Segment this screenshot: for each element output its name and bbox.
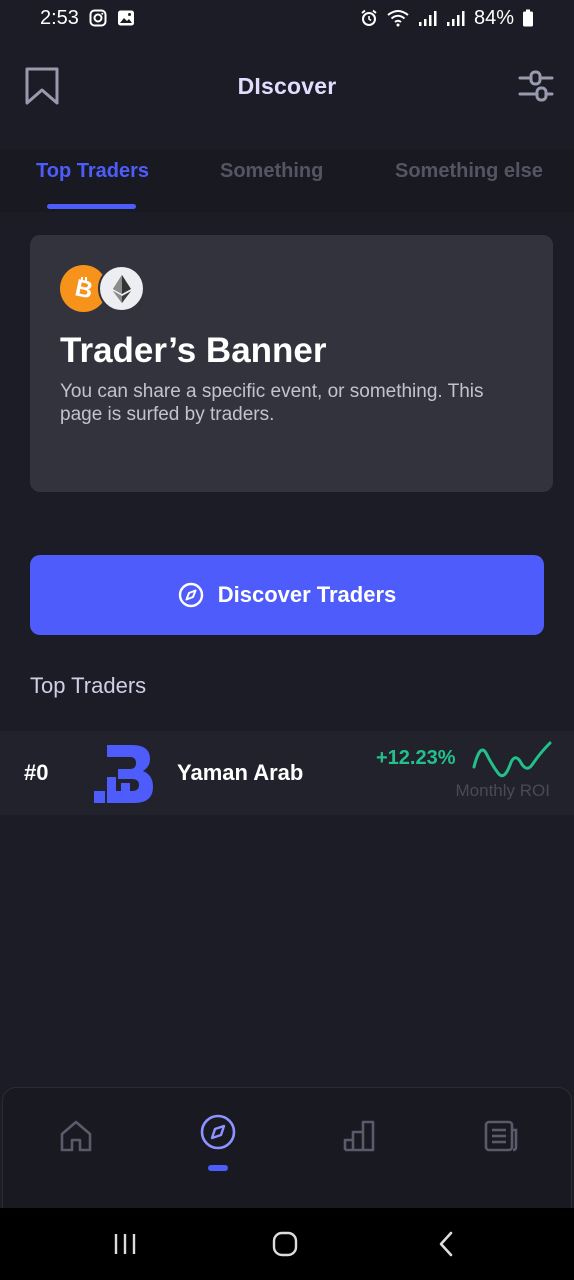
svg-text:B: B	[72, 274, 95, 304]
trader-banner[interactable]: B Trader’s Banner You can share a specif…	[30, 235, 553, 492]
gallery-icon	[117, 9, 135, 27]
filter-button[interactable]	[518, 68, 554, 104]
tab-something-else[interactable]: Something else	[395, 160, 543, 183]
status-time: 2:53	[40, 6, 79, 29]
banner-description: You can share a specific event, or somet…	[60, 381, 484, 425]
recent-apps-icon	[114, 1234, 136, 1254]
bookmark-button[interactable]	[24, 66, 60, 106]
back-chevron-icon	[439, 1231, 453, 1257]
compass-icon	[200, 1114, 236, 1150]
nav-news[interactable]	[481, 1116, 521, 1156]
roi-label: Monthly ROI	[455, 781, 550, 800]
banner-title: Trader’s Banner	[60, 331, 327, 370]
signal-icon	[418, 9, 438, 27]
back-button[interactable]	[436, 1230, 456, 1258]
home-icon	[60, 1120, 92, 1152]
trader-rank: #0	[24, 760, 49, 785]
roi-sparkline	[472, 741, 552, 778]
trader-row[interactable]: #0 Yaman Arab +12.23% Monthly ROI	[0, 731, 574, 815]
ethereum-icon	[98, 265, 145, 312]
trader-avatar	[92, 745, 154, 803]
nav-discover[interactable]	[198, 1112, 238, 1152]
nav-home[interactable]	[56, 1116, 96, 1156]
active-nav-indicator	[208, 1165, 228, 1171]
wifi-icon	[386, 9, 410, 27]
tab-something[interactable]: Something	[220, 160, 323, 183]
alarm-icon	[360, 9, 378, 27]
bottom-nav	[2, 1087, 572, 1210]
home-circle-icon	[272, 1231, 298, 1257]
active-tab-indicator	[47, 204, 136, 209]
tab-top-traders[interactable]: Top Traders	[36, 160, 149, 183]
section-title: Top Traders	[30, 673, 147, 698]
system-nav-bar	[0, 1208, 574, 1280]
roi-value: +12.23%	[376, 747, 456, 769]
page-title: DIscover	[237, 72, 337, 99]
status-right: 84%	[360, 7, 534, 30]
compass-icon	[178, 582, 203, 608]
status-left: 2:53	[40, 7, 135, 30]
trader-name: Yaman Arab	[177, 760, 304, 785]
sliders-icon	[518, 70, 554, 102]
tab-bar: Top Traders Something Something else	[0, 150, 574, 212]
discover-traders-label: Discover Traders	[217, 582, 397, 607]
bar-chart-icon	[343, 1120, 375, 1152]
instagram-icon	[89, 9, 107, 27]
signal-icon-2	[446, 9, 466, 27]
status-bar: 2:53 84%	[0, 0, 574, 36]
nav-stats[interactable]	[339, 1116, 379, 1156]
battery-percent: 84%	[473, 6, 514, 29]
recent-apps-button[interactable]	[112, 1230, 138, 1258]
battery-icon	[522, 9, 534, 27]
top-header: DIscover	[0, 60, 574, 112]
home-button[interactable]	[272, 1230, 298, 1258]
discover-traders-button[interactable]: Discover Traders	[30, 555, 544, 635]
bookmark-icon	[25, 67, 59, 105]
news-icon	[484, 1120, 518, 1152]
